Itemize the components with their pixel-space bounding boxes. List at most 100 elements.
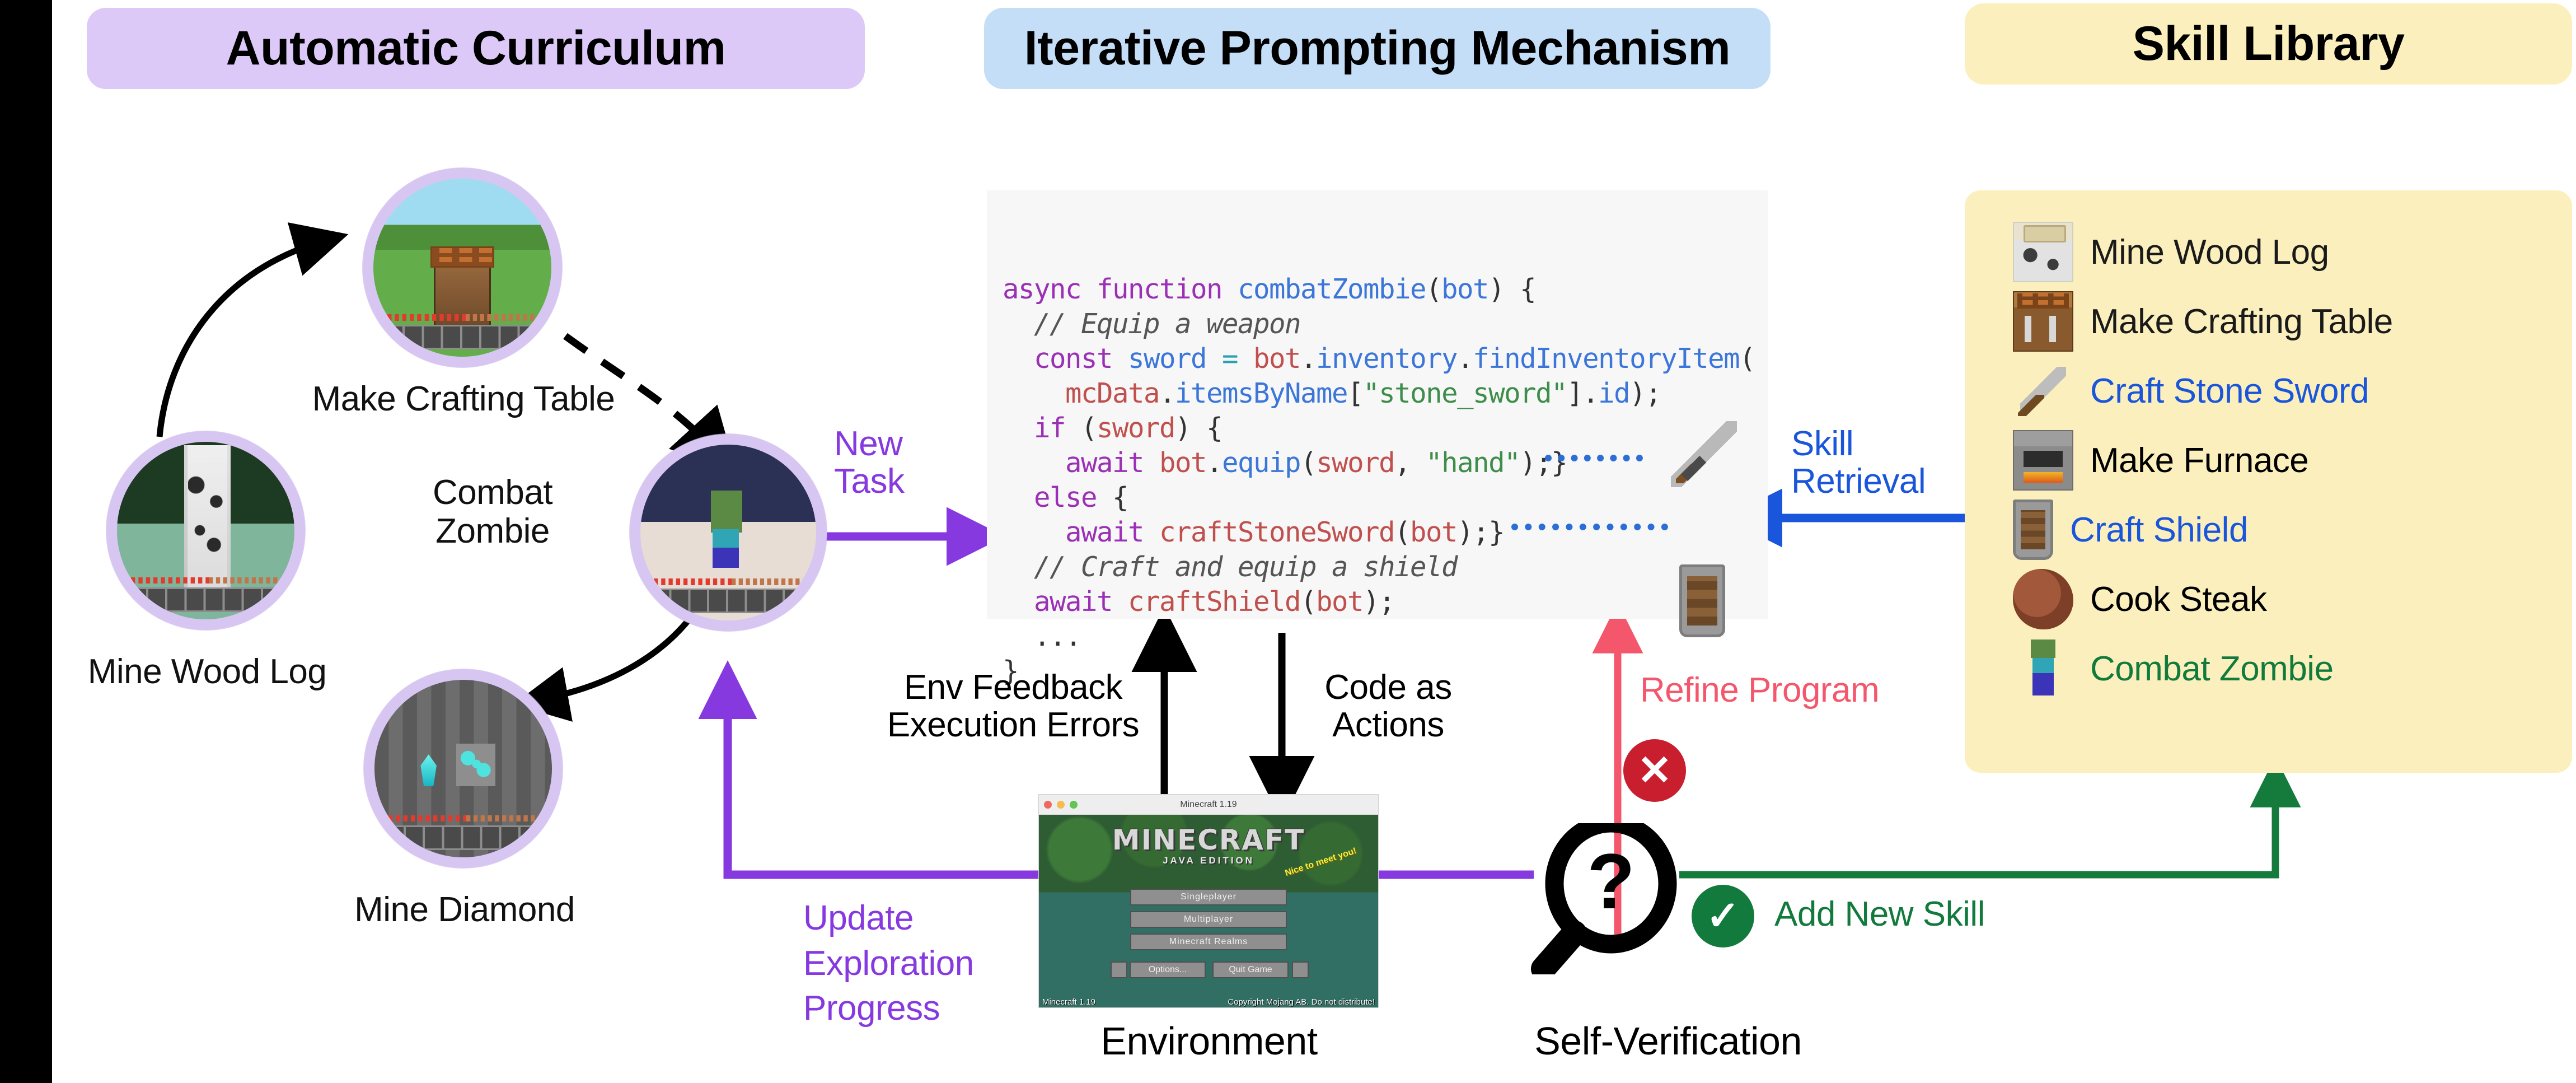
label-environment: Environment <box>1100 1019 1318 1063</box>
skill-list-item[interactable]: Make Furnace <box>1965 426 2572 495</box>
code-token: ( <box>1739 343 1756 375</box>
code-token: ); <box>1629 377 1662 409</box>
code-token: itemsByName <box>1175 377 1348 409</box>
svg-text:?: ? <box>1587 837 1635 925</box>
steak-icon <box>2013 569 2073 629</box>
code-token: bot <box>1159 447 1207 479</box>
code-token: await <box>1003 586 1128 618</box>
code-token: ( <box>1300 586 1317 618</box>
game-hud <box>650 568 806 614</box>
leader-line-sword <box>1545 455 1643 461</box>
minecraft-screenshot-crafting-table <box>373 179 551 357</box>
node-ring <box>106 431 305 630</box>
left-black-border <box>0 0 52 1083</box>
quit-game-button[interactable]: Quit Game <box>1212 961 1289 978</box>
code-token: . <box>1206 447 1223 479</box>
skill-library-panel[interactable]: Mine Wood Log Make Crafting Table Craft St… <box>1965 190 2572 773</box>
generated-code-panel[interactable]: async function combatZombie(bot) { // Eq… <box>987 190 1768 687</box>
code-token: ( <box>1426 273 1442 305</box>
code-token: bot <box>1253 343 1301 375</box>
skill-list-item[interactable]: Mine Wood Log <box>1965 217 2572 287</box>
diagram-canvas: Automatic Curriculum Iterative Prompting… <box>0 0 2576 1083</box>
skill-list-item[interactable]: Craft Stone Sword <box>1965 356 2572 426</box>
singleplayer-button[interactable]: Singleplayer <box>1130 889 1287 905</box>
health-bar <box>654 578 735 585</box>
code-token: // Craft and equip a shield <box>1003 551 1458 583</box>
code-token: await <box>1003 516 1160 548</box>
skill-label: Craft Shield <box>2070 510 2248 549</box>
hunger-bar <box>209 577 281 584</box>
error-badge: ✕ <box>1623 739 1686 802</box>
minecraft-screenshot-wood-log <box>117 442 294 619</box>
health-bar <box>387 314 469 321</box>
skill-list-item[interactable]: Combat Zombie <box>1965 634 2572 703</box>
code-token: craftStoneSword <box>1159 516 1395 548</box>
label-refine-program: Refine Program <box>1640 671 1880 709</box>
minecraft-environment-window[interactable]: Minecraft 1.19 MINECRAFT JAVA EDITION Ni… <box>1038 794 1379 1008</box>
code-line: await craftShield(bot); <box>1003 585 1768 619</box>
health-bar <box>388 815 470 822</box>
code-token: = <box>1222 343 1254 375</box>
code-token: ... <box>1003 620 1082 652</box>
code-token: [ <box>1347 377 1364 409</box>
section-title-text: Automatic Curriculum <box>226 21 726 75</box>
node-thumbnail <box>373 179 551 357</box>
curriculum-node-combat-zombie[interactable]: Combat Zombie <box>433 434 827 631</box>
label-skill-retrieval: Skill Retrieval <box>1791 424 1926 501</box>
code-token: bot <box>1410 516 1458 548</box>
minecraft-logo: MINECRAFT <box>1112 824 1305 856</box>
section-title-text: Skill Library <box>2132 17 2405 71</box>
node-thumbnail <box>117 442 294 619</box>
furnace-icon <box>2013 430 2073 491</box>
code-token: ); <box>1363 586 1395 618</box>
skill-list-item[interactable]: Make Crafting Table <box>1965 287 2572 356</box>
code-token: id <box>1598 377 1631 409</box>
curriculum-node-mine-diamond[interactable]: Mine Diamond <box>354 669 575 929</box>
code-line: // Craft and equip a shield <box>1003 550 1768 585</box>
code-line: // Equip a weapon <box>1003 307 1768 342</box>
code-line: mcData.itemsByName["stone_sword"].id); <box>1003 376 1768 411</box>
leader-line-shield <box>1511 524 1668 530</box>
code-token: if <box>1003 412 1081 444</box>
section-title-text: Iterative Prompting Mechanism <box>1024 21 1731 75</box>
skill-label: Mine Wood Log <box>2090 232 2329 272</box>
game-hud <box>128 566 284 613</box>
hunger-bar <box>465 314 538 321</box>
code-token: );} <box>1457 516 1505 548</box>
options-button[interactable]: Options... <box>1130 961 1206 978</box>
label-update-exploration-progress: Update Exploration Progress <box>803 899 974 1028</box>
minecraft-main-menu: MINECRAFT JAVA EDITION Nice to meet you!… <box>1039 815 1378 1007</box>
minecraft-screenshot-zombie <box>640 445 816 620</box>
game-hud <box>385 804 541 851</box>
node-label: Mine Diamond <box>354 890 575 929</box>
skill-list-item[interactable]: Cook Steak <box>1965 564 2572 634</box>
skill-label: Combat Zombie <box>2090 649 2334 688</box>
code-token: combatZombie <box>1238 273 1427 305</box>
skill-list-item[interactable]: Craft Shield <box>1965 495 2572 564</box>
node-ring <box>364 669 563 868</box>
accessibility-button[interactable] <box>1292 961 1309 978</box>
language-button[interactable] <box>1111 961 1127 978</box>
code-token: sword <box>1128 343 1223 375</box>
code-line: else { <box>1003 480 1768 515</box>
label-new-task: New Task <box>834 424 905 501</box>
code-line: await bot.equip(sword, "hand");} <box>1003 446 1768 480</box>
section-header-automatic-curriculum: Automatic Curriculum <box>87 8 865 89</box>
code-token: const <box>1003 343 1128 375</box>
node-ring <box>630 434 827 631</box>
curriculum-node-make-crafting-table[interactable]: Make Crafting Table <box>312 168 615 418</box>
multiplayer-button[interactable]: Multiplayer <box>1130 911 1287 928</box>
section-header-skill-library: Skill Library <box>1965 3 2572 85</box>
code-token: async function <box>1003 273 1238 305</box>
code-line: await craftStoneSword(bot);} <box>1003 515 1768 550</box>
node-ring <box>363 168 562 367</box>
label-env-feedback: Env Feedback Execution Errors <box>887 668 1140 744</box>
code-token: , <box>1394 447 1426 479</box>
code-token: // Equip a weapon <box>1003 308 1301 340</box>
minecraft-realms-button[interactable]: Minecraft Realms <box>1130 933 1287 950</box>
hotbar <box>128 587 284 613</box>
magnifier-question-icon: ? <box>1531 823 1677 974</box>
stone-sword-icon <box>2013 361 2073 421</box>
shield-icon <box>1679 564 1725 637</box>
curriculum-node-mine-wood-log[interactable]: Mine Wood Log <box>88 431 327 691</box>
